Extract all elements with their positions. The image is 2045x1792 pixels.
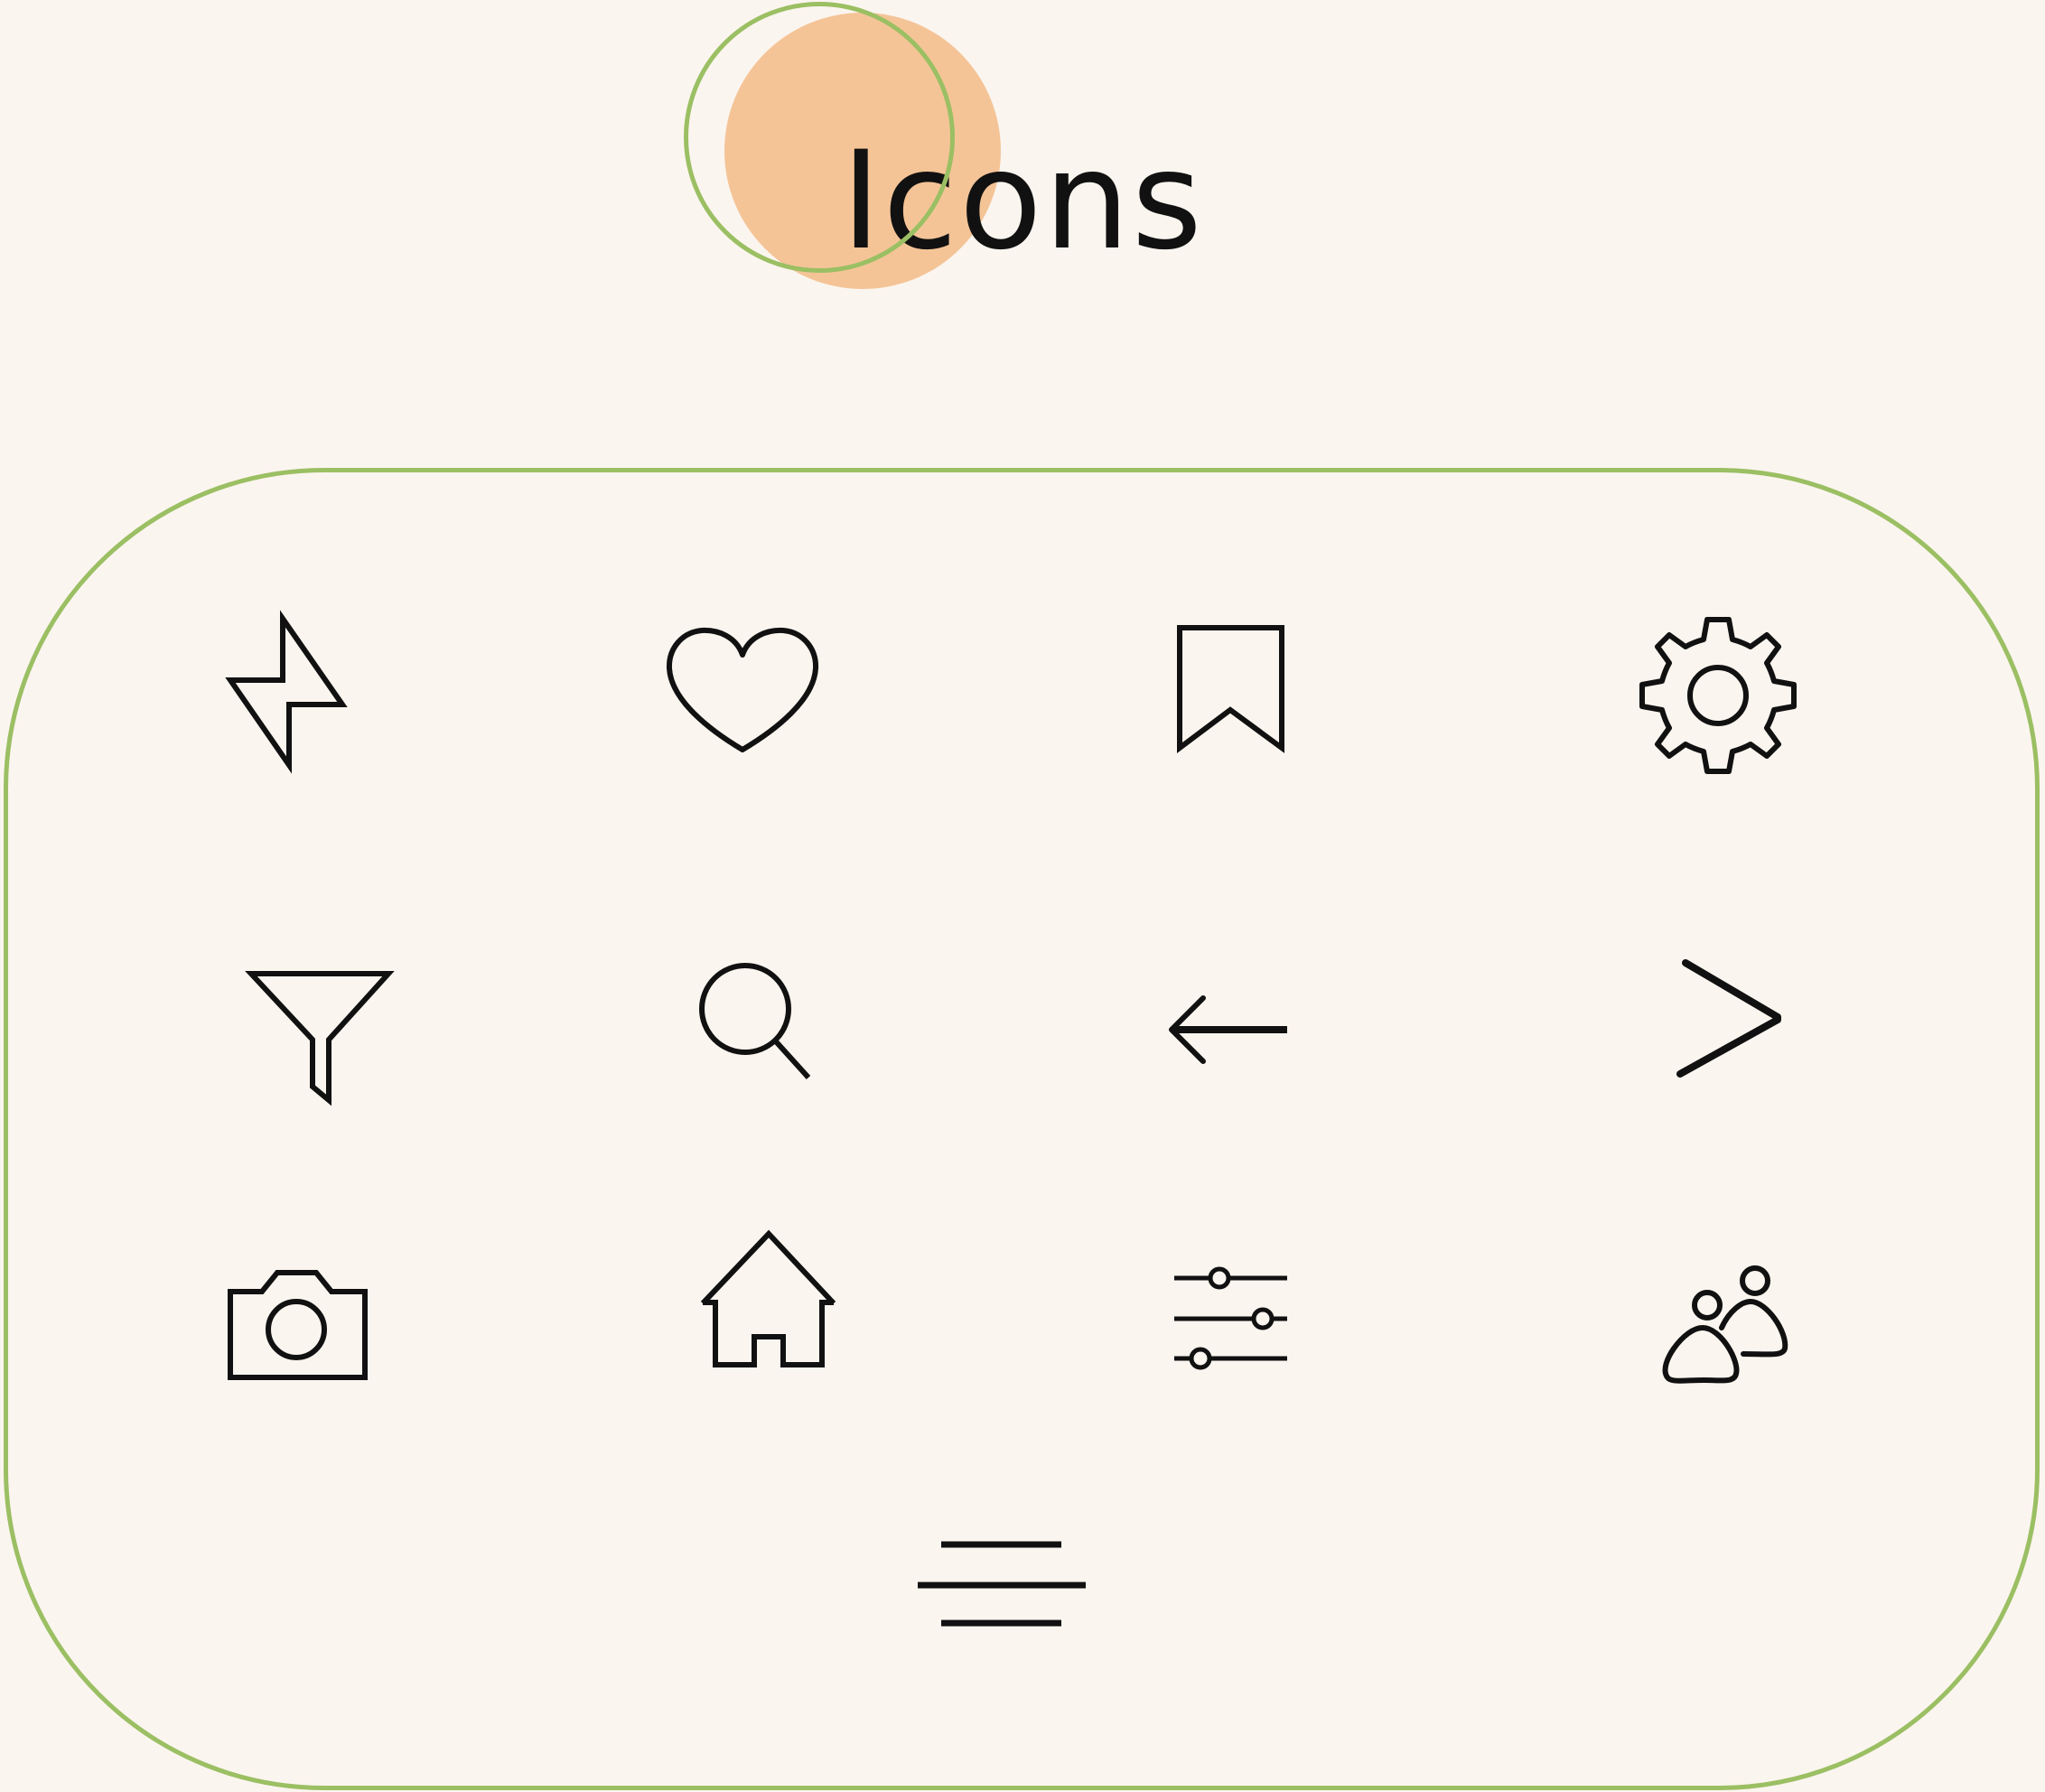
sliders-icon[interactable] bbox=[1170, 1262, 1292, 1370]
menu-icon[interactable] bbox=[917, 1535, 1087, 1630]
arrow-left-icon[interactable] bbox=[1165, 994, 1292, 1066]
heart-icon[interactable] bbox=[664, 623, 822, 759]
page-title: Icons bbox=[841, 123, 1204, 280]
search-icon[interactable] bbox=[696, 957, 813, 1080]
gear-icon[interactable] bbox=[1637, 614, 1799, 777]
lightning-icon[interactable] bbox=[225, 610, 348, 774]
camera-icon[interactable] bbox=[226, 1265, 370, 1382]
filter-icon[interactable] bbox=[245, 966, 395, 1106]
chevron-right-icon[interactable] bbox=[1676, 957, 1784, 1079]
users-icon[interactable] bbox=[1660, 1260, 1796, 1391]
bookmark-icon[interactable] bbox=[1174, 623, 1287, 754]
decorative-green-ring bbox=[684, 2, 955, 273]
home-icon[interactable] bbox=[700, 1229, 836, 1370]
page: Icons bbox=[0, 0, 2045, 1792]
